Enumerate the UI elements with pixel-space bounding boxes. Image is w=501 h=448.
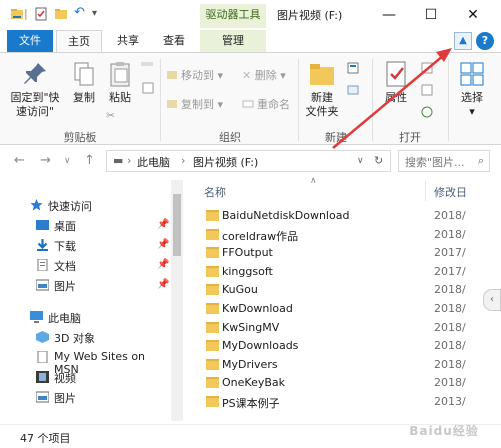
item-count: 47 个项目 [20,432,71,445]
annotation-arrow [332,48,452,149]
watermark: Baidu经验 [409,424,479,438]
